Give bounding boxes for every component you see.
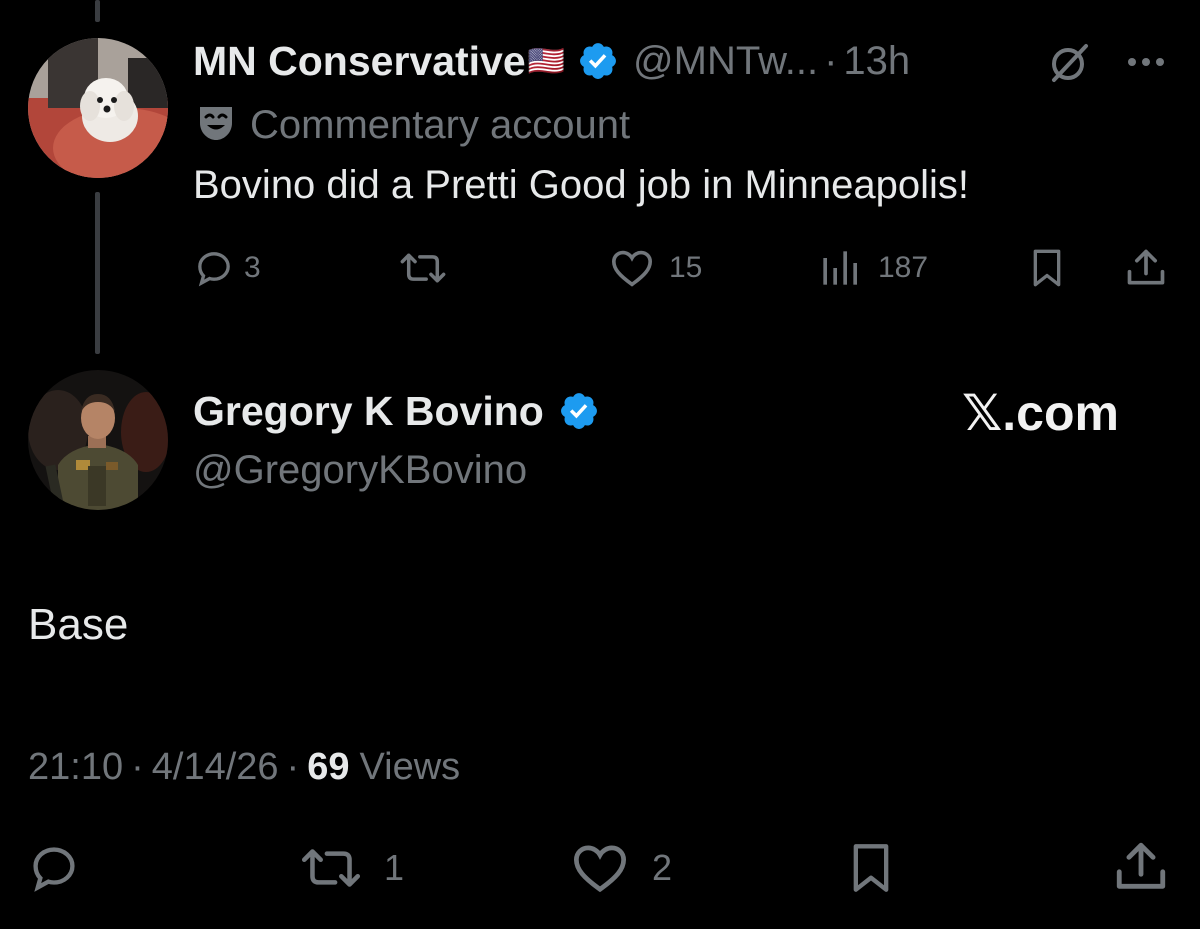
handle[interactable]: @MNTw... xyxy=(633,39,818,84)
like-count: 15 xyxy=(669,251,703,284)
timestamp[interactable]: 13h xyxy=(843,39,910,84)
xcom-watermark: 𝕏.com xyxy=(962,385,1119,441)
bookmark-icon xyxy=(1033,249,1061,287)
commentary-label: Commentary account xyxy=(196,100,630,150)
display-name[interactable]: Gregory K Bovino xyxy=(193,388,544,435)
bookmark-icon xyxy=(853,844,889,892)
tweet-date[interactable]: 4/14/26 xyxy=(152,746,279,789)
reply-icon xyxy=(198,252,230,287)
reply-button[interactable]: 3 xyxy=(194,248,261,288)
heart-icon xyxy=(573,845,627,893)
bookmark-button[interactable] xyxy=(846,842,896,899)
theater-mask-icon xyxy=(196,103,236,148)
flag-emoji: 🇺🇸 xyxy=(527,44,566,78)
repost-icon xyxy=(400,253,446,283)
more-options-icon[interactable] xyxy=(1125,52,1167,72)
repost-count: 1 xyxy=(384,847,405,888)
share-icon xyxy=(1116,842,1166,889)
parent-header: MN Conservative 🇺🇸 @MNTw... · 13h xyxy=(193,36,910,86)
like-button[interactable]: 15 xyxy=(609,248,702,288)
share-icon xyxy=(1127,249,1165,285)
share-button[interactable] xyxy=(1112,838,1170,901)
view-count: 187 xyxy=(878,251,929,284)
verified-badge-icon xyxy=(558,390,600,432)
share-button[interactable] xyxy=(1124,246,1168,295)
avatar[interactable] xyxy=(28,38,168,178)
tweet-meta: 21:10 · 4/14/26 · 69 Views xyxy=(28,744,460,790)
heart-icon xyxy=(611,250,653,287)
thread-line-top xyxy=(95,0,100,22)
grok-icon[interactable] xyxy=(1046,42,1092,84)
reply-icon xyxy=(33,847,75,892)
meta-separator: · xyxy=(131,745,144,788)
separator: · xyxy=(824,38,838,83)
dog-avatar-icon xyxy=(28,38,168,178)
repost-icon xyxy=(301,849,361,887)
display-name[interactable]: MN Conservative xyxy=(193,38,526,85)
like-button[interactable]: 2 xyxy=(570,842,672,894)
repost-button[interactable] xyxy=(396,248,460,288)
verified-badge-icon xyxy=(577,40,619,82)
commentary-label-text: Commentary account xyxy=(250,102,631,147)
views-count: 69 xyxy=(307,745,350,788)
parent-tweet-text: Bovino did a Pretti Good job in Minneapo… xyxy=(193,163,970,207)
main-tweet-text: Base xyxy=(28,600,129,649)
bookmark-button[interactable] xyxy=(1028,248,1066,293)
main-header: Gregory K Bovino xyxy=(193,386,600,436)
person-avatar-icon xyxy=(28,370,168,510)
avatar[interactable] xyxy=(28,370,168,510)
views-button[interactable]: 187 xyxy=(820,248,928,288)
handle[interactable]: @GregoryKBovino xyxy=(193,448,527,493)
tweet-time[interactable]: 21:10 xyxy=(28,746,123,789)
meta-separator: · xyxy=(286,745,300,788)
repost-button[interactable]: 1 xyxy=(296,842,404,894)
thread-line xyxy=(95,192,100,354)
reply-count: 3 xyxy=(244,251,261,284)
views-label: Views xyxy=(359,745,461,788)
like-count: 2 xyxy=(652,847,673,888)
analytics-icon xyxy=(823,251,857,285)
reply-button[interactable] xyxy=(28,842,92,894)
